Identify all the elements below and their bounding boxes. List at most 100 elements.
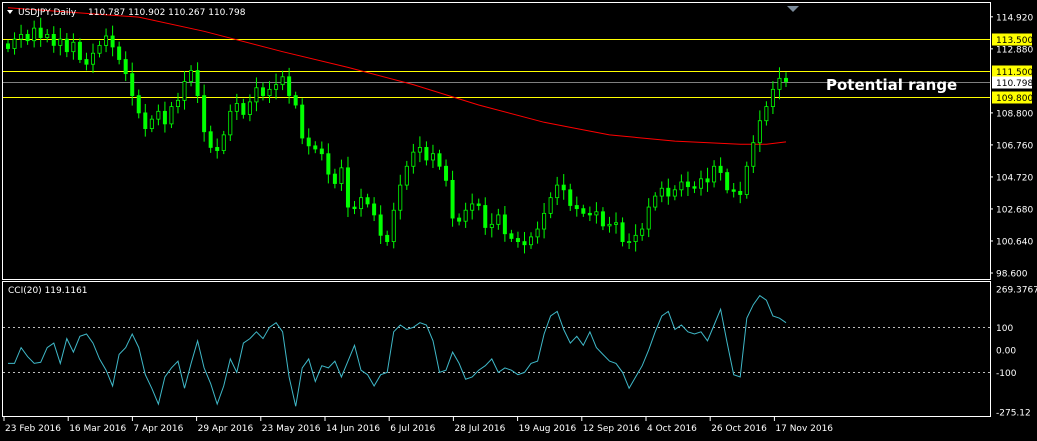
candle-body xyxy=(6,43,11,49)
candle-body xyxy=(470,203,475,211)
candle-body xyxy=(529,236,534,246)
y-tick-label: 104.720 xyxy=(996,173,1033,183)
candle-body xyxy=(189,70,194,82)
candle-body xyxy=(175,99,180,108)
candle-body xyxy=(398,184,403,211)
candle-body xyxy=(770,88,775,108)
candle-body xyxy=(365,197,370,205)
cci-y-tick-label: -100 xyxy=(996,369,1017,379)
candle-body xyxy=(509,233,514,239)
candle-body xyxy=(84,59,89,65)
candle-body xyxy=(208,131,213,148)
candle-body xyxy=(450,179,455,219)
candle-body xyxy=(372,203,377,216)
candle-body xyxy=(77,41,82,60)
candle-body xyxy=(247,101,252,115)
candle-body xyxy=(627,241,632,244)
candle-body xyxy=(725,172,730,191)
candle-body xyxy=(463,209,468,222)
cci-y-tick-label: 269.3767 xyxy=(996,286,1037,296)
candle-body xyxy=(607,223,612,227)
candle-body xyxy=(326,153,331,175)
candle-body xyxy=(666,187,671,197)
candle-body xyxy=(90,52,95,65)
candle-body xyxy=(117,46,122,60)
candle-body xyxy=(600,211,605,227)
candle-body xyxy=(476,203,481,206)
y-tick-label: 112.880 xyxy=(996,45,1033,55)
cci-panel-frame xyxy=(2,281,991,417)
candle-body xyxy=(391,209,396,243)
candle-body xyxy=(457,217,462,222)
candle-body xyxy=(149,118,154,129)
candle-body xyxy=(424,147,429,161)
candle-body xyxy=(633,234,638,243)
chart-canvas[interactable]: 113.500111.500109.800110.798 114.920112.… xyxy=(0,0,1037,441)
candle-body xyxy=(496,214,501,225)
candle-body xyxy=(411,151,416,167)
candle-body xyxy=(254,87,259,103)
candle-body xyxy=(620,222,625,243)
candle-body xyxy=(32,27,37,42)
candle-body xyxy=(581,208,586,214)
candle-body xyxy=(162,110,167,125)
y-tick-label: 98.600 xyxy=(996,270,1028,280)
candle-body xyxy=(712,165,717,183)
candle-body xyxy=(156,110,161,120)
candle-body xyxy=(548,197,553,214)
candle-body xyxy=(731,189,736,192)
y-tick-label: 102.680 xyxy=(996,205,1033,215)
candle-body xyxy=(522,241,527,246)
moving-average-layer xyxy=(7,7,787,145)
candle-body xyxy=(385,234,390,243)
scroll-marker-icon[interactable] xyxy=(787,6,799,12)
y-tick-label: 114.920 xyxy=(996,13,1033,23)
current-price-label: 110.798 xyxy=(996,79,1033,89)
x-tick-label: 19 Aug 2016 xyxy=(519,424,577,434)
cci-y-tick-label: -275.12 xyxy=(996,409,1031,419)
candle-body xyxy=(143,112,148,129)
candle-body xyxy=(646,206,651,230)
x-tick-label: 14 Jun 2016 xyxy=(326,424,380,434)
candle-body xyxy=(764,106,769,122)
x-tick-label: 23 May 2016 xyxy=(262,424,321,434)
cci-y-tick-label: 100 xyxy=(996,324,1013,334)
symbol-label: USDJPY,Daily xyxy=(18,8,77,18)
candle-body xyxy=(784,77,789,82)
candle-body xyxy=(594,211,599,216)
candle-body xyxy=(19,34,24,40)
candle-body xyxy=(45,34,50,38)
candle-body xyxy=(51,34,56,46)
candle-body xyxy=(699,178,704,189)
candle-body xyxy=(58,38,63,46)
cci-label: CCI(20) 119.1161 xyxy=(8,286,88,296)
candle-body xyxy=(692,186,697,189)
candle-body xyxy=(352,206,357,210)
potential-range-annotation: Potential range xyxy=(826,76,957,94)
candle-body xyxy=(679,181,684,191)
candle-body xyxy=(313,145,318,150)
candle-body xyxy=(672,189,677,197)
x-tick-label: 12 Sep 2016 xyxy=(583,424,640,434)
candle-body xyxy=(64,38,69,53)
x-tick-label: 16 Mar 2016 xyxy=(69,424,126,434)
candle-body xyxy=(757,120,762,144)
cci-indicator-layer xyxy=(3,294,990,407)
x-tick-label: 17 Nov 2016 xyxy=(775,424,833,434)
candle-body xyxy=(195,70,200,97)
candle-body xyxy=(359,197,364,210)
candle-body xyxy=(110,35,115,48)
level-label: 109.800 xyxy=(996,94,1033,104)
candle-body xyxy=(417,147,422,153)
candle-body xyxy=(614,222,619,225)
dropdown-arrow-icon[interactable] xyxy=(7,10,13,14)
candle-body xyxy=(404,165,409,186)
candlestick-series xyxy=(6,17,789,254)
y-tick-label: 100.640 xyxy=(996,237,1033,247)
ohlc-readout: 110.787 110.902 110.267 110.798 xyxy=(88,8,246,18)
candle-body xyxy=(378,214,383,236)
candle-body xyxy=(267,88,272,97)
candle-body xyxy=(555,184,560,199)
candle-body xyxy=(123,59,128,75)
cci-line xyxy=(8,294,787,407)
